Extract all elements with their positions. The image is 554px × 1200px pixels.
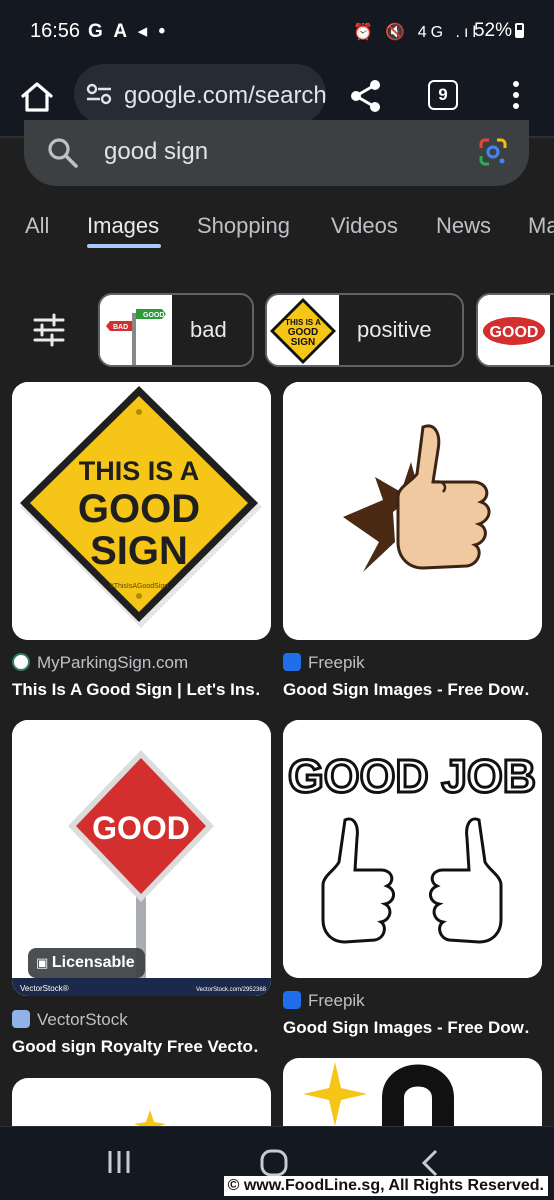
- google-lens-icon[interactable]: [477, 136, 509, 168]
- chip-thumbnail-good-sign: THIS IS A GOOD SIGN: [267, 295, 339, 365]
- tab-videos[interactable]: Videos: [331, 213, 398, 239]
- result-card[interactable]: Freepik Good Sign Images - Free Dow…: [283, 382, 542, 700]
- battery-icon: [515, 23, 524, 38]
- result-title[interactable]: This Is A Good Sign | Let's Ins…: [12, 680, 259, 700]
- svg-text:GOOD: GOOD: [490, 324, 539, 341]
- recent-apps-icon[interactable]: [106, 1149, 132, 1175]
- chip-thumbnail-good-bad-sign: GOOD BAD: [100, 295, 172, 365]
- vectorstock-favicon: [12, 1010, 30, 1028]
- status-time: 16:56: [30, 20, 81, 42]
- sign-line-3: SIGN: [90, 529, 188, 573]
- freepik-favicon: [283, 653, 301, 671]
- home-nav-icon[interactable]: [260, 1149, 288, 1177]
- source-name: MyParkingSign.com: [37, 653, 189, 672]
- site-settings-icon[interactable]: [86, 82, 112, 106]
- battery-indicator: 52%: [474, 20, 524, 42]
- filter-icon[interactable]: [32, 313, 66, 347]
- related-chips: GOOD BAD bad THIS IS A GOOD SIGN positiv…: [0, 293, 554, 369]
- result-source: Freepik: [283, 653, 542, 673]
- result-image[interactable]: GOOD JOB: [283, 720, 542, 978]
- address-bar[interactable]: google.com/search: [74, 64, 326, 124]
- result-title[interactable]: Good sign Royalty Free Vecto…: [12, 1037, 259, 1057]
- search-icon: [48, 138, 78, 168]
- result-image[interactable]: THIS IS A GOOD SIGN #ThisIsAGoodSign: [12, 382, 271, 640]
- result-card[interactable]: THIS IS A GOOD SIGN #ThisIsAGoodSign MyP…: [12, 382, 271, 700]
- tab-switcher-button[interactable]: 9: [428, 80, 458, 110]
- svg-text:BAD: BAD: [113, 324, 128, 331]
- sign-caption: #ThisIsAGoodSign: [110, 583, 168, 590]
- system-status-icons: ⏰ 🔇 4G .ıl: [353, 24, 480, 41]
- source-name: Freepik: [308, 653, 365, 672]
- home-icon[interactable]: [18, 78, 56, 116]
- result-source: VectorStock: [12, 1010, 271, 1030]
- thumbs-up-image: [283, 382, 542, 640]
- chip-good-logo[interactable]: GOOD: [476, 293, 554, 367]
- svg-text:GOOD: GOOD: [143, 312, 164, 319]
- freepik-favicon: [283, 991, 301, 1009]
- svg-text:SIGN: SIGN: [291, 337, 315, 348]
- active-tab-indicator: [87, 244, 161, 248]
- chip-label: bad: [190, 317, 227, 342]
- result-image[interactable]: [283, 382, 542, 640]
- notification-icons: G A ◂ •: [88, 21, 169, 42]
- url-text: google.com/search: [124, 82, 326, 109]
- this-is-a-good-sign-image: THIS IS A GOOD SIGN #ThisIsAGoodSign: [12, 382, 271, 640]
- chip-positive[interactable]: THIS IS A GOOD SIGN positive: [265, 293, 464, 367]
- sign-text: GOOD: [92, 810, 190, 846]
- status-bar: 16:56 G A ◂ • ⏰ 🔇 4G .ıl 52%: [0, 0, 554, 64]
- vectorstock-footer: VectorStock®: [20, 984, 69, 993]
- licensable-badge[interactable]: Licensable: [28, 948, 145, 978]
- tab-news[interactable]: News: [436, 213, 491, 239]
- source-name: VectorStock: [37, 1010, 128, 1029]
- search-query[interactable]: good sign: [104, 138, 208, 166]
- sign-line-2: GOOD: [78, 487, 200, 531]
- good-job-thumbs-image: GOOD JOB: [283, 720, 542, 978]
- watermark: © www.FoodLine.sg, All Rights Reserved.: [223, 1176, 548, 1196]
- result-title[interactable]: Good Sign Images - Free Dow…: [283, 680, 530, 700]
- source-name: Freepik: [308, 991, 365, 1010]
- chip-label: positive: [357, 317, 432, 342]
- tab-shopping[interactable]: Shopping: [197, 213, 290, 239]
- result-source: Freepik: [283, 991, 542, 1011]
- tab-all[interactable]: All: [25, 213, 49, 239]
- more-options-icon[interactable]: [506, 78, 526, 114]
- search-tabs: All Images Shopping Videos News Maps: [0, 204, 554, 256]
- myparkingsign-favicon: [12, 653, 30, 671]
- result-image[interactable]: GOOD VectorStock® VectorStock.com/295236…: [12, 720, 271, 996]
- result-source: MyParkingSign.com: [12, 653, 271, 673]
- good-job-text: GOOD JOB: [288, 750, 536, 802]
- chip-thumbnail-good-text: GOOD: [478, 295, 550, 365]
- search-bar[interactable]: good sign: [24, 120, 529, 186]
- result-card[interactable]: GOOD JOB Freepik Good Sign Images - Free…: [283, 720, 542, 1038]
- chip-bad[interactable]: GOOD BAD bad: [98, 293, 254, 367]
- vectorstock-id: VectorStock.com/2952368: [196, 987, 267, 993]
- result-title[interactable]: Good Sign Images - Free Dow…: [283, 1018, 530, 1038]
- share-icon[interactable]: [348, 78, 384, 114]
- svg-text:THIS IS A: THIS IS A: [285, 318, 321, 327]
- sign-line-1: THIS IS A: [79, 456, 200, 486]
- tab-images[interactable]: Images: [87, 213, 159, 239]
- back-icon[interactable]: [420, 1149, 440, 1177]
- result-card[interactable]: GOOD VectorStock® VectorStock.com/295236…: [12, 720, 271, 1057]
- battery-percent: 52%: [473, 20, 512, 41]
- tab-maps[interactable]: Maps: [528, 213, 554, 239]
